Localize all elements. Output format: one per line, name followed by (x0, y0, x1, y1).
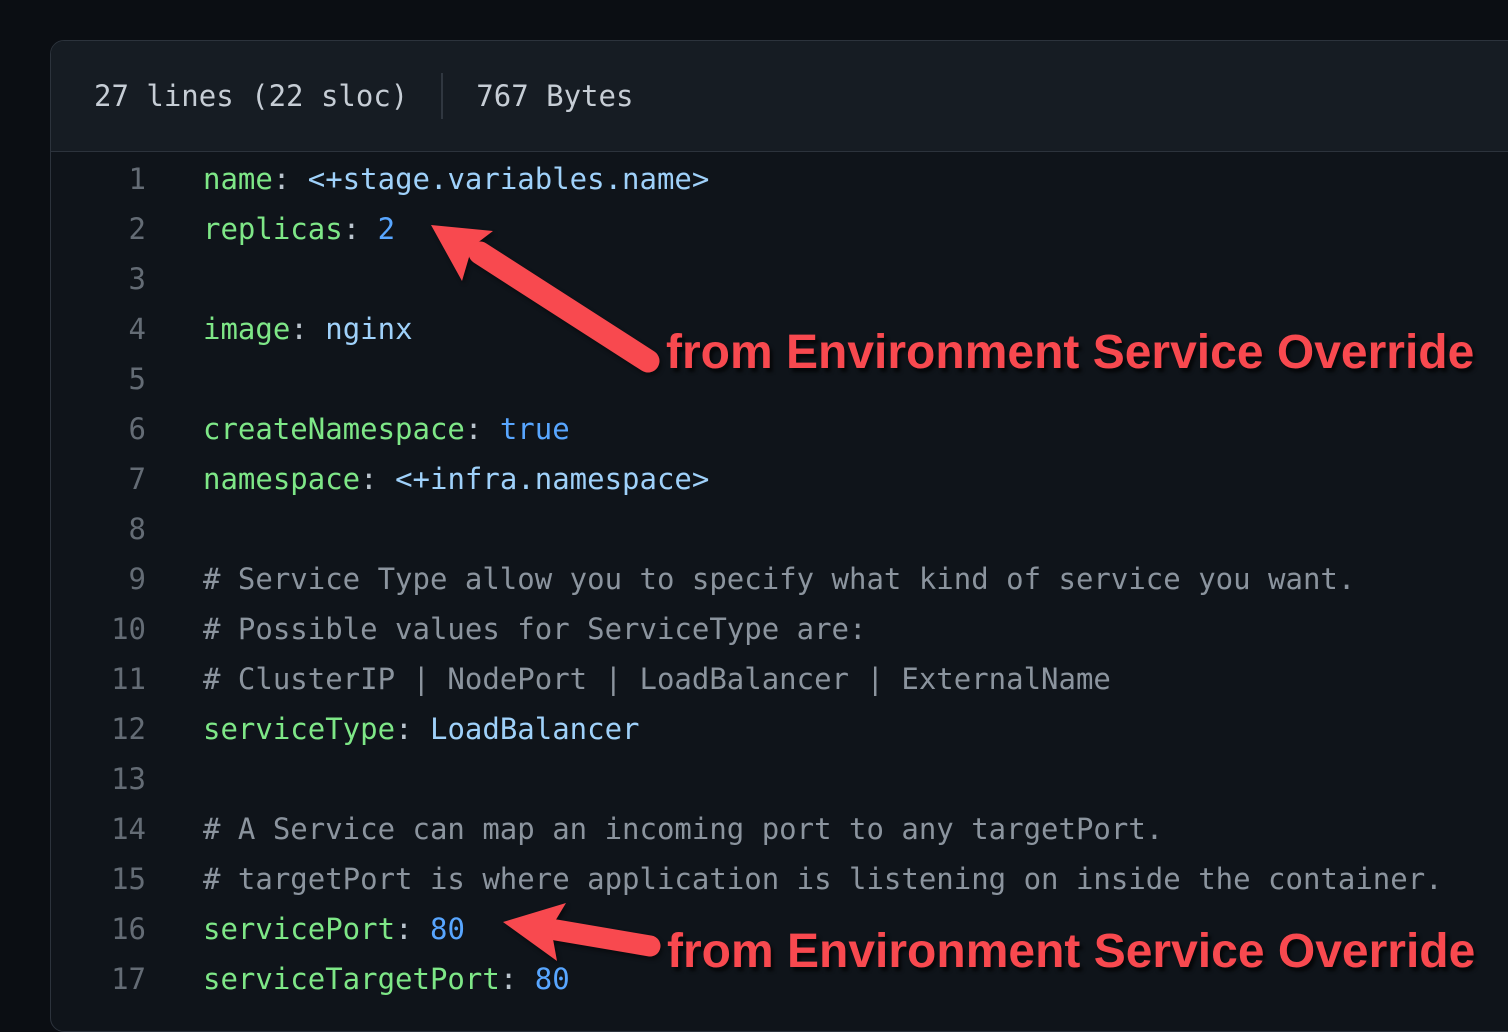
code-text: namespace: <+infra.namespace> (203, 454, 709, 504)
code-token: replicas (203, 212, 343, 246)
line-number[interactable]: 14 (51, 804, 146, 854)
line-number[interactable]: 4 (51, 304, 146, 354)
file-blob-panel: 27 lines (22 sloc) 767 Bytes 1 name: <+st… (50, 40, 1508, 1032)
code-token: : (465, 412, 500, 446)
code-token: 2 (378, 212, 395, 246)
code-token: # Service Type allow you to specify what… (203, 562, 1355, 596)
code-token: nginx (325, 312, 412, 346)
line-number[interactable]: 9 (51, 554, 146, 604)
code-line: 7 namespace: <+infra.namespace> (51, 454, 1508, 504)
code-token: # A Service can map an incoming port to … (203, 812, 1163, 846)
line-number[interactable]: 10 (51, 604, 146, 654)
code-token: serviceTargetPort (203, 962, 500, 996)
code-token: <+stage.variables.name> (308, 162, 710, 196)
code-token: LoadBalancer (430, 712, 640, 746)
line-number[interactable]: 5 (51, 354, 146, 404)
code-token: createNamespace (203, 412, 465, 446)
code-line: 1 name: <+stage.variables.name> (51, 154, 1508, 204)
code-text: image: nginx (203, 304, 413, 354)
line-number[interactable]: 8 (51, 504, 146, 554)
code-token: # targetPort is where application is lis… (203, 862, 1443, 896)
annotation-label-environment-service-override-top: from Environment Service Override (666, 325, 1474, 380)
code-token: true (500, 412, 570, 446)
file-lines-info: 27 lines (22 sloc) (94, 79, 408, 113)
file-size-info: 767 Bytes (476, 79, 633, 113)
file-header-bar: 27 lines (22 sloc) 767 Bytes (51, 41, 1508, 152)
line-number[interactable]: 2 (51, 204, 146, 254)
code-token: serviceType (203, 712, 395, 746)
code-token: <+infra.namespace> (395, 462, 709, 496)
code-line: 6 createNamespace: true (51, 404, 1508, 454)
code-token: # Possible values for ServiceType are: (203, 612, 866, 646)
code-token: servicePort (203, 912, 395, 946)
code-text: # ClusterIP | NodePort | LoadBalancer | … (203, 654, 1111, 704)
code-text: # Service Type allow you to specify what… (203, 554, 1355, 604)
code-text: # A Service can map an incoming port to … (203, 804, 1163, 854)
code-line: 3 (51, 254, 1508, 304)
annotation-label-environment-service-override-bottom: from Environment Service Override (667, 924, 1475, 979)
line-number[interactable]: 7 (51, 454, 146, 504)
code-line: 11 # ClusterIP | NodePort | LoadBalancer … (51, 654, 1508, 704)
code-token: namespace (203, 462, 360, 496)
code-line: 14 # A Service can map an incoming port t… (51, 804, 1508, 854)
line-number[interactable]: 17 (51, 954, 146, 1004)
code-line: 10 # Possible values for ServiceType are: (51, 604, 1508, 654)
code-text: serviceType: LoadBalancer (203, 704, 640, 754)
code-token: : (395, 712, 430, 746)
code-line: 8 (51, 504, 1508, 554)
code-token: # ClusterIP | NodePort | LoadBalancer | … (203, 662, 1111, 696)
code-line: 2replicas: 2 (51, 204, 1508, 254)
line-number[interactable]: 15 (51, 854, 146, 904)
code-line: 12 serviceType: LoadBalancer (51, 704, 1508, 754)
code-token: : (290, 312, 325, 346)
code-area: 1name: <+stage.variables.name>2replicas:… (51, 152, 1508, 1004)
code-token: : (395, 912, 430, 946)
code-text: createNamespace: true (203, 404, 570, 454)
code-text: # Possible values for ServiceType are: (203, 604, 866, 654)
code-token: 80 (430, 912, 465, 946)
code-token: : (500, 962, 535, 996)
code-token: : (343, 212, 378, 246)
code-line: 13 (51, 754, 1508, 804)
code-text: replicas: 2 (203, 204, 395, 254)
code-text: name: <+stage.variables.name> (203, 154, 709, 204)
code-token: image (203, 312, 290, 346)
line-number[interactable]: 6 (51, 404, 146, 454)
line-number[interactable]: 12 (51, 704, 146, 754)
code-text: # targetPort is where application is lis… (203, 854, 1443, 904)
code-token: 80 (535, 962, 570, 996)
line-number[interactable]: 3 (51, 254, 146, 304)
line-number[interactable]: 16 (51, 904, 146, 954)
header-divider (441, 73, 443, 119)
code-token: name (203, 162, 273, 196)
code-line: 15 # targetPort is where application is l… (51, 854, 1508, 904)
line-number[interactable]: 11 (51, 654, 146, 704)
code-token: : (360, 462, 395, 496)
code-text: serviceTargetPort: 80 (203, 954, 570, 1004)
line-number[interactable]: 1 (51, 154, 146, 204)
line-number[interactable]: 13 (51, 754, 146, 804)
code-token: : (273, 162, 308, 196)
code-text: servicePort: 80 (203, 904, 465, 954)
code-line: 9 # Service Type allow you to specify wha… (51, 554, 1508, 604)
